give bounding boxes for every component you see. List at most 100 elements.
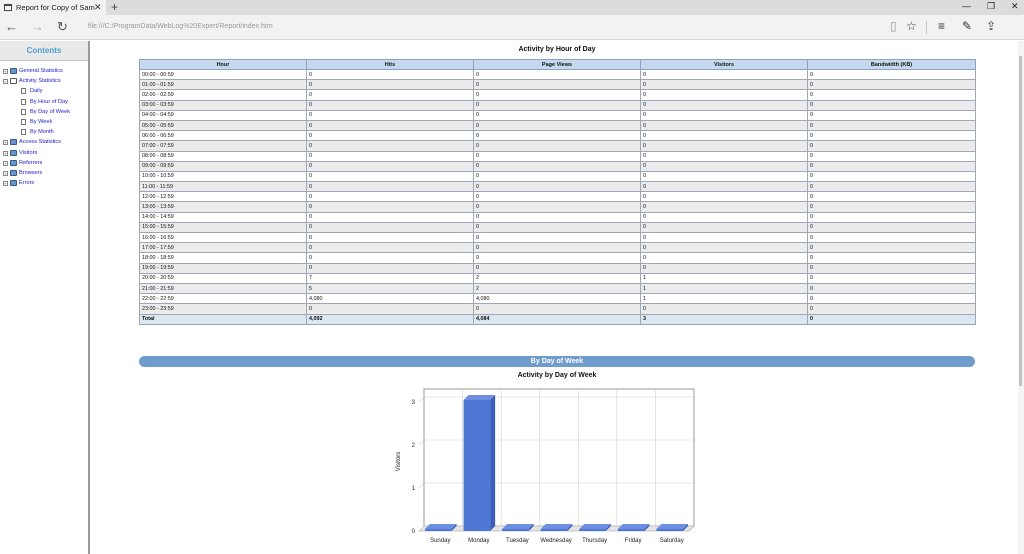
browser-titlebar: Report for Copy of Sam ✕ + — ❐ ✕ [0,0,1024,15]
table-cell: 0 [306,99,474,111]
table-cell: Total [139,313,307,325]
back-button[interactable]: ← [5,19,18,34]
sidebar-item[interactable]: By Week [0,118,88,128]
favorite-icon[interactable]: ☆ [906,19,917,33]
new-tab-button[interactable]: + [111,0,118,14]
expand-icon[interactable]: + [3,160,8,166]
sidebar-item[interactable]: + Visitors [0,149,88,159]
table-cell: 0 [807,140,976,152]
table-row: 20:00 - 20:59 7 2 1 0 [139,272,976,284]
table-cell: 0 [807,119,976,132]
gridline-depth [418,482,425,489]
table-cell: 4,084 [473,313,641,325]
expand-icon[interactable]: + [3,181,8,187]
sidebar-item[interactable]: − Activity Statistics [0,77,88,87]
table-cell: 19:00 - 19:59 [139,262,307,274]
table-cell: 0 [640,170,808,183]
table-cell: 5 [306,282,474,295]
table-cell: 08:00 - 08:59 [139,150,307,162]
sidebar-item[interactable]: By Hour of Day [0,98,88,108]
table-cell: 05:00 - 05:59 [139,119,307,132]
refresh-button[interactable]: ↻ [57,19,68,35]
browser-tab[interactable]: Report for Copy of Sam ✕ [0,0,106,15]
reading-view-icon[interactable]: ▯ [890,19,897,33]
gridline-depth [418,396,425,403]
table-cell: 0 [473,68,641,81]
contents-frame: Contents + General Statistics − Activity St… [0,41,90,554]
table-cell: 0 [473,181,641,193]
table-row: 10:00 - 10:59 0 0 0 0 [139,170,976,183]
table-cell: 4,092 [306,313,474,325]
table-cell: 0 [473,221,641,234]
expand-icon[interactable]: + [3,170,8,176]
sidebar-item-label[interactable]: Referrers [19,160,42,166]
sidebar-item-label[interactable]: By Week [30,119,52,125]
scrollbar-thumb[interactable] [1019,56,1022,386]
sidebar-item[interactable]: + General Statistics [0,67,88,77]
table-cell: 0 [807,242,976,254]
close-window-button[interactable]: ✕ [1011,1,1019,12]
restore-button[interactable]: ❐ [987,1,995,12]
sidebar-item[interactable]: By Day of Week [0,108,88,118]
sidebar-item-label[interactable]: Activity Statistics [19,78,61,84]
bar [502,529,529,531]
table-cell: 0 [640,262,808,274]
table-cell: 0 [473,211,641,223]
sidebar-item-label[interactable]: Browsers [19,170,42,176]
sidebar-item[interactable]: + Errors [0,179,88,189]
table-cell: 0 [473,119,641,132]
collapse-icon[interactable]: − [3,79,8,85]
expand-icon[interactable]: + [3,69,8,74]
address-field[interactable]: file:///C:/ProgramData/WebLog%20Expert/R… [88,23,273,30]
forward-button[interactable]: → [31,19,44,34]
table-cell: 0 [807,293,976,305]
hour-table: Hour Hits Page Views Visitors Bandwidth (KB)… [139,59,976,325]
column-header: Page Views [473,59,641,70]
share-icon[interactable]: ⇪ [986,19,996,33]
tab-close-icon[interactable]: ✕ [94,2,102,13]
table-cell: 0 [473,130,641,142]
web-note-icon[interactable]: ✎ [962,19,972,33]
table-row: 17:00 - 17:59 0 0 0 0 [139,242,976,254]
sidebar-item-label[interactable]: By Day of Week [30,109,70,115]
sidebar-item[interactable]: By Month [0,128,88,138]
open-book-icon [10,78,17,85]
x-tick-label: Saturday [660,538,684,544]
table-cell: 0 [640,201,808,213]
sidebar-item[interactable]: Daily [0,87,88,97]
table-cell: 0 [306,231,474,244]
table-header-row: Hour Hits Page Views Visitors Bandwidth (KB) [139,59,976,70]
sidebar-item-label[interactable]: By Month [30,129,54,135]
book-icon [10,169,17,176]
sidebar-item-label[interactable]: Daily [30,88,42,94]
table-cell: 7 [306,272,474,284]
table-row: 22:00 - 22:59 4,080 4,080 1 0 [139,293,976,305]
table-cell: 12:00 - 12:59 [139,191,307,203]
expand-icon[interactable]: + [3,150,8,156]
table-cell: 0 [640,119,808,132]
sidebar-item-label[interactable]: Errors [19,180,34,186]
sidebar-item-label[interactable]: Visitors [19,150,37,156]
table-cell: 0 [306,140,474,152]
column-header: Bandwidth (KB) [807,59,976,70]
sidebar-item[interactable]: + Access Statistics [0,138,88,148]
table-row: 06:00 - 06:59 0 0 0 0 [139,130,976,142]
book-icon [10,149,17,156]
expand-icon[interactable]: + [3,140,8,146]
sidebar-item[interactable]: + Browsers [0,169,88,179]
sidebar-item[interactable]: + Referrers [0,159,88,169]
sidebar-item-label[interactable]: General Statistics [19,68,63,74]
hub-icon[interactable]: ≡ [938,19,945,33]
book-icon [10,180,17,187]
sidebar-item-label[interactable]: By Hour of Day [30,99,68,105]
x-tick-label: Monday [468,538,489,544]
page-icon [21,88,26,95]
y-tick-label: 0 [412,529,416,535]
book-icon [10,68,17,74]
sidebar-item-label[interactable]: Access Statistics [19,139,61,145]
table-cell: 23:00 - 23:59 [139,303,307,315]
x-tick-label: Thursday [582,538,607,544]
table-row: 08:00 - 08:59 0 0 0 0 [139,150,976,162]
minimize-button[interactable]: — [962,1,971,11]
table-row: 19:00 - 19:59 0 0 0 0 [139,262,976,274]
